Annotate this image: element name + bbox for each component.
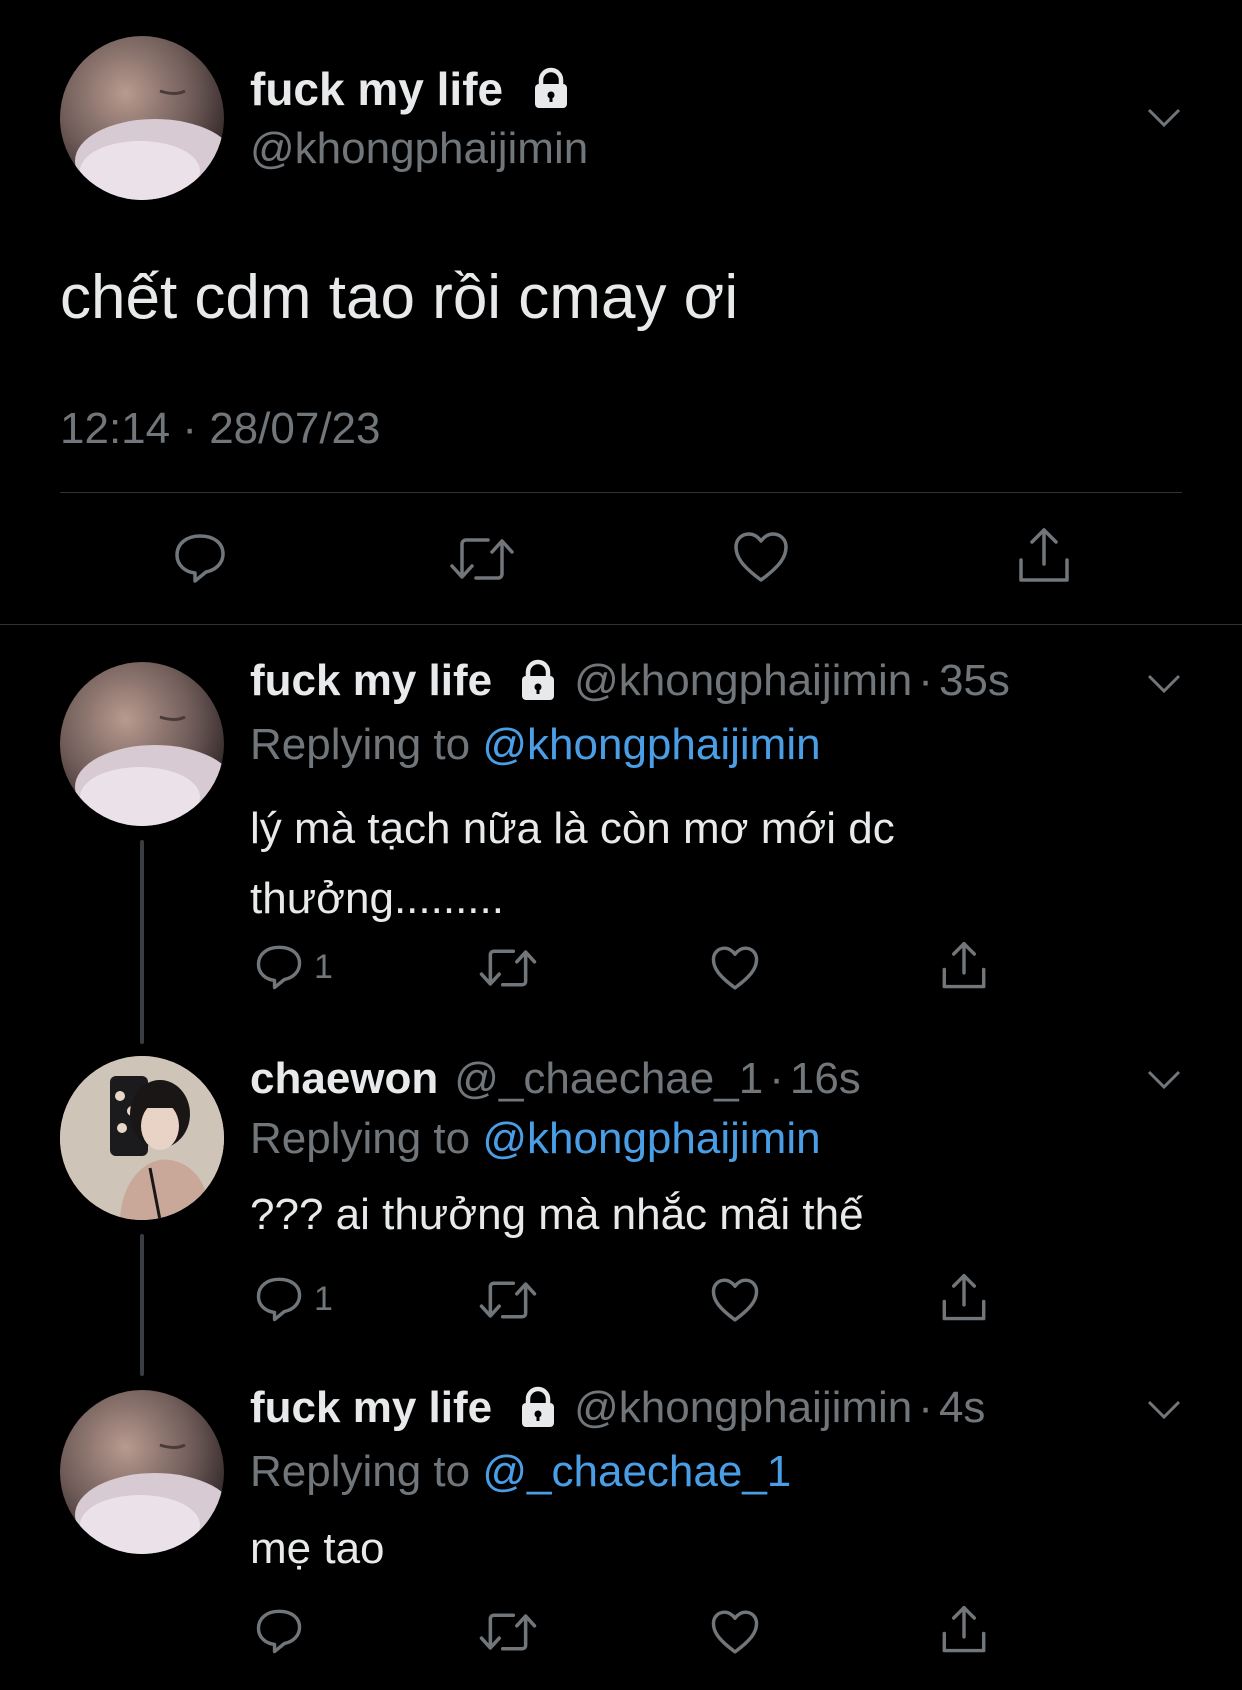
- retweet-icon[interactable]: [478, 944, 538, 992]
- reply-3-time[interactable]: 4s: [939, 1383, 985, 1433]
- share-icon[interactable]: [1016, 526, 1072, 586]
- like-icon[interactable]: [710, 1608, 760, 1656]
- reply-1-replying-to: Replying to @khongphaijimin: [250, 720, 821, 769]
- reply-2-header: chaewon @_chaechae_1 · 16s: [250, 1054, 861, 1104]
- mention-link[interactable]: @_chaechae_1: [482, 1447, 791, 1496]
- reply-count: 1: [314, 947, 333, 986]
- reply-2-display-name[interactable]: chaewon: [250, 1054, 438, 1104]
- separator-dot: ·: [918, 1383, 933, 1432]
- mention-link[interactable]: @khongphaijimin: [482, 720, 820, 769]
- thread-line: [140, 1234, 144, 1376]
- section-divider: [0, 624, 1242, 625]
- like-icon[interactable]: [732, 530, 790, 584]
- avatar-reply-2[interactable]: [60, 1056, 224, 1220]
- avatar-reply-1[interactable]: [60, 662, 224, 826]
- like-icon[interactable]: [710, 1276, 760, 1324]
- reply-3-handle[interactable]: @khongphaijimin: [574, 1383, 912, 1433]
- reply-icon[interactable]: [172, 530, 228, 586]
- retweet-icon[interactable]: [478, 1608, 538, 1656]
- reply-1-display-name[interactable]: fuck my life: [250, 656, 492, 706]
- reply-2-handle[interactable]: @_chaechae_1: [454, 1054, 763, 1104]
- reply-2-text: ??? ai thưởng mà nhắc mãi thế: [250, 1190, 864, 1239]
- main-divider: [60, 492, 1182, 493]
- lock-icon: [522, 659, 555, 700]
- reply-3-display-name[interactable]: fuck my life: [250, 1383, 492, 1433]
- like-icon[interactable]: [710, 944, 760, 992]
- main-display-name[interactable]: fuck my life: [250, 62, 573, 116]
- reply-icon: [256, 1277, 302, 1322]
- reply-1-text: lý mà tạch nữa là còn mơ mới dc thưởng..…: [250, 804, 895, 923]
- retweet-icon[interactable]: [448, 532, 516, 586]
- share-icon[interactable]: [940, 1272, 988, 1324]
- reply-count: 1: [314, 1279, 333, 1318]
- thread-line: [140, 840, 144, 1044]
- reply-icon: [256, 945, 302, 990]
- reply-2-replying-to: Replying to @khongphaijimin: [250, 1114, 821, 1163]
- separator-dot: ·: [918, 656, 933, 705]
- reply-2-time[interactable]: 16s: [790, 1054, 861, 1104]
- chevron-down-icon[interactable]: [1146, 1068, 1182, 1092]
- separator-dot: ·: [769, 1054, 784, 1103]
- reply-action[interactable]: [254, 1606, 314, 1656]
- reply-3-text: mẹ tao: [250, 1524, 385, 1573]
- chevron-down-icon[interactable]: [1146, 106, 1182, 130]
- avatar-reply-3[interactable]: [60, 1390, 224, 1554]
- chevron-down-icon[interactable]: [1146, 1398, 1182, 1422]
- retweet-icon[interactable]: [478, 1276, 538, 1324]
- mention-link[interactable]: @khongphaijimin: [482, 1114, 820, 1163]
- reply-1-header: fuck my life @khongphaijimin · 35s: [250, 656, 1010, 706]
- reply-1-handle[interactable]: @khongphaijimin: [574, 656, 912, 706]
- reply-action[interactable]: 1: [254, 1274, 333, 1324]
- reply-3-replying-to: Replying to @_chaechae_1: [250, 1447, 792, 1496]
- share-icon[interactable]: [940, 1604, 988, 1656]
- lock-icon: [535, 67, 568, 108]
- main-handle[interactable]: @khongphaijimin: [250, 124, 588, 174]
- main-tweet-text: chết cdm tao rồi cmay ơi: [60, 263, 739, 332]
- reply-1-time[interactable]: 35s: [939, 656, 1010, 706]
- lock-icon: [522, 1386, 555, 1427]
- chevron-down-icon[interactable]: [1146, 672, 1182, 696]
- reply-icon: [256, 1609, 302, 1654]
- avatar-main[interactable]: [60, 36, 224, 200]
- main-timestamp[interactable]: 12:14 · 28/07/23: [60, 404, 380, 454]
- reply-action[interactable]: 1: [254, 942, 333, 992]
- reply-3-header: fuck my life @khongphaijimin · 4s: [250, 1383, 985, 1433]
- share-icon[interactable]: [940, 940, 988, 992]
